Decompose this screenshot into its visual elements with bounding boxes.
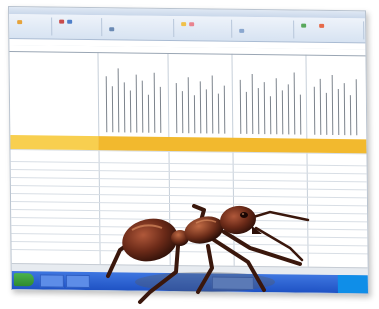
scene: [0, 0, 379, 309]
ant-eye: [240, 212, 248, 218]
ant-illustration: [106, 204, 310, 304]
